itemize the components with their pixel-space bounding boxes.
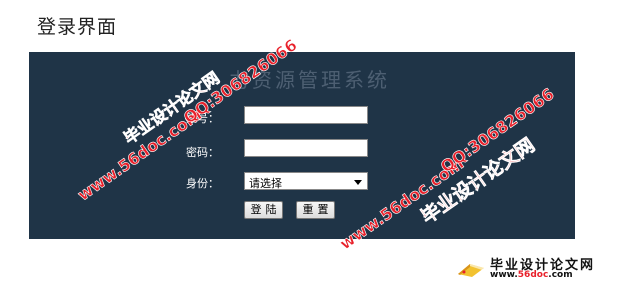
password-input[interactable] xyxy=(244,139,368,157)
role-select[interactable]: 请选择 xyxy=(244,172,368,190)
chevron-down-icon xyxy=(354,180,362,185)
page-title: 登录界面 xyxy=(37,16,118,38)
login-panel: 力资源管理系统 账号： 密码： 身份： 请选择 登陆 重置 xyxy=(29,52,575,239)
role-label: 身份： xyxy=(186,177,219,190)
password-label: 密码： xyxy=(186,146,219,159)
role-select-value: 请选择 xyxy=(249,177,282,190)
reset-button[interactable]: 重置 xyxy=(296,201,335,219)
footer-logo: 毕业设计论文网 www.56doc.com xyxy=(456,254,616,282)
login-button[interactable]: 登陆 xyxy=(244,201,283,219)
account-input[interactable] xyxy=(244,106,368,124)
logo-url: www.56doc.com xyxy=(490,270,573,280)
book-emblem-icon xyxy=(458,264,484,277)
